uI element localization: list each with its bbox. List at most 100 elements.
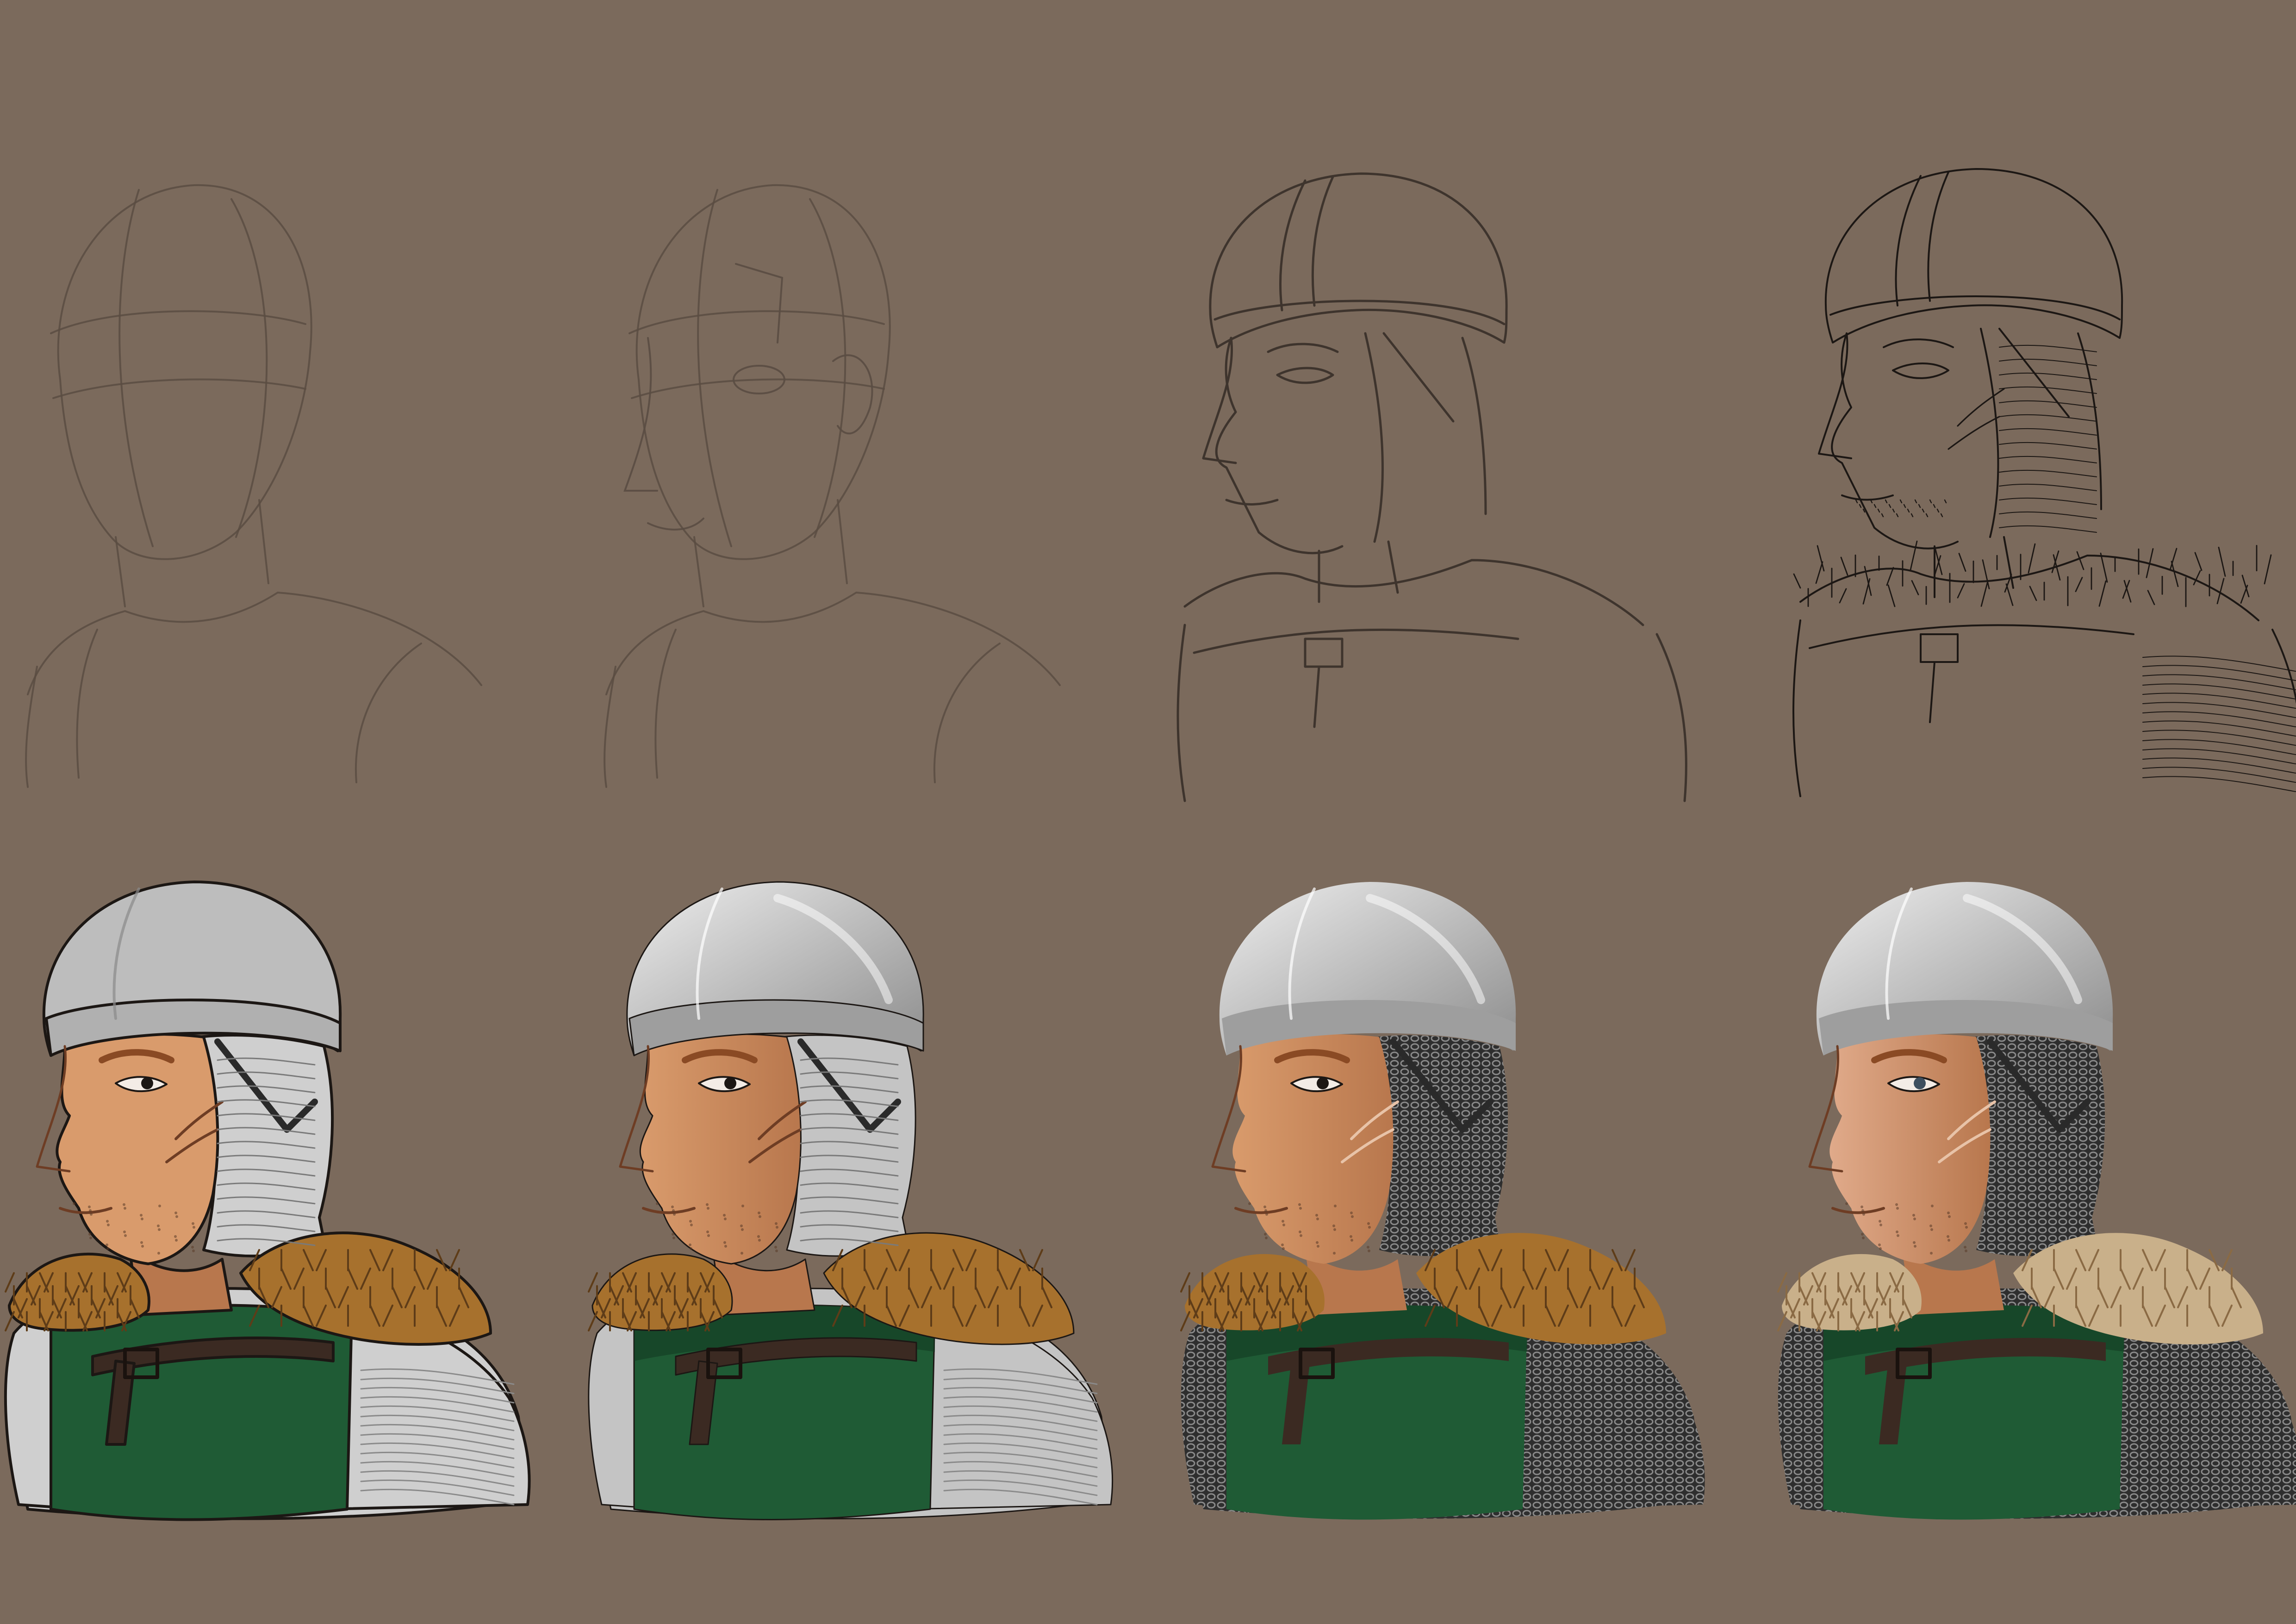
stubble <box>776 1226 778 1229</box>
stubble <box>90 1213 93 1216</box>
stage-6-shading <box>583 843 1157 1537</box>
stubble <box>672 1209 675 1212</box>
mail-hatch <box>1999 414 2097 422</box>
face <box>56 1033 219 1265</box>
side-plane-line <box>809 198 846 538</box>
construction-figure <box>25 184 482 788</box>
stubble <box>1282 1224 1285 1226</box>
head-oval <box>57 184 312 560</box>
stubble <box>1300 1234 1302 1237</box>
stubble-dot <box>1940 513 1943 518</box>
stubble <box>1368 1226 1371 1229</box>
stubble <box>106 1243 108 1246</box>
stubble-dot <box>1892 508 1895 513</box>
stubble <box>1879 1224 1882 1226</box>
stubble <box>672 1237 675 1239</box>
stubble <box>89 1237 92 1239</box>
final-render-group <box>1777 882 2296 1520</box>
stubble <box>741 1228 744 1231</box>
fur-stroke <box>2218 547 2226 577</box>
stubble <box>724 1245 727 1248</box>
mail-hatch <box>1999 483 2097 491</box>
stubble <box>1947 1212 1950 1214</box>
stubble <box>689 1243 691 1246</box>
arm-lines <box>604 629 1001 788</box>
stubble <box>1861 1233 1864 1236</box>
stubble <box>1878 1243 1881 1246</box>
stubble <box>1282 1247 1285 1250</box>
fur-stroke <box>1815 561 1823 584</box>
stubble <box>123 1230 126 1233</box>
stubble-dot <box>1933 504 1936 508</box>
brow-line <box>1267 343 1339 353</box>
shoulder-hatch <box>2142 776 2296 792</box>
stubble <box>1333 1228 1336 1231</box>
shoulder-hatch <box>2142 693 2296 709</box>
mail-hatch <box>1999 469 2097 477</box>
fur-collar-edge <box>1183 559 1644 626</box>
stubble <box>774 1246 777 1249</box>
eye-line <box>631 378 885 399</box>
coif-straps <box>1364 332 1487 543</box>
fur-tuft <box>449 1249 460 1271</box>
stubble-dot <box>1929 499 1932 504</box>
face <box>1232 1034 1394 1264</box>
shoulder-hatch <box>2142 683 2296 700</box>
fur-stroke <box>2264 554 2272 585</box>
stubble <box>1896 1230 1898 1233</box>
stubble <box>757 1235 760 1238</box>
shoulder-hatch <box>2142 702 2296 718</box>
buckle-lines <box>1304 637 1344 728</box>
helmet-outline <box>1824 168 2123 344</box>
stage-3-rough-lineart <box>1166 134 1740 829</box>
stubble <box>73 1202 75 1205</box>
chainmail-texture-figure <box>1180 882 1705 1520</box>
iris <box>1914 1077 1926 1089</box>
side-plane-line <box>230 198 268 538</box>
fur-tuft <box>588 1272 598 1293</box>
mouth-line <box>1225 499 1279 506</box>
stubble <box>1248 1202 1251 1205</box>
stubble <box>107 1224 110 1226</box>
stubble <box>89 1209 92 1212</box>
face <box>639 1033 802 1265</box>
fur-stroke <box>2028 543 2036 574</box>
fur-tuft <box>1180 1311 1190 1331</box>
fur-stroke <box>2100 552 2108 583</box>
stubble <box>1861 1209 1864 1212</box>
neck-lines <box>115 499 269 607</box>
stubble <box>1895 1203 1898 1206</box>
stubble <box>1350 1239 1353 1242</box>
stubble <box>157 1252 160 1255</box>
stubble-dot <box>1907 508 1910 513</box>
center-line <box>697 189 732 547</box>
stubble <box>740 1224 743 1227</box>
stubble <box>1912 1214 1915 1217</box>
stubble-dot <box>1896 513 1899 518</box>
stubble <box>88 1206 91 1208</box>
stubble <box>759 1215 761 1218</box>
brow-line <box>1883 338 1954 348</box>
stage-5-flat-colors <box>0 843 574 1537</box>
stubble <box>723 1241 726 1244</box>
fur-tuft <box>5 1272 15 1293</box>
stubble <box>1965 1226 1968 1229</box>
stubble <box>174 1212 177 1214</box>
stubble <box>1315 1214 1318 1217</box>
center-line <box>118 189 154 547</box>
stubble-dot <box>1859 504 1862 508</box>
mail-hatch <box>1999 442 2097 450</box>
mail-hatch <box>1999 497 2097 505</box>
stubble <box>1930 1228 1933 1231</box>
torso-outline <box>1176 624 1687 802</box>
shoulder-hatch <box>2142 748 2296 764</box>
fur-stroke <box>1887 584 1896 607</box>
stubble <box>1862 1237 1865 1239</box>
fur-stroke <box>2029 586 2037 601</box>
stubble <box>1931 1205 1934 1207</box>
green-tunic <box>50 1304 353 1521</box>
stubble <box>1929 1224 1932 1227</box>
cheek-plane <box>735 263 784 344</box>
stubble-dot <box>1885 499 1888 504</box>
stubble <box>124 1207 126 1210</box>
